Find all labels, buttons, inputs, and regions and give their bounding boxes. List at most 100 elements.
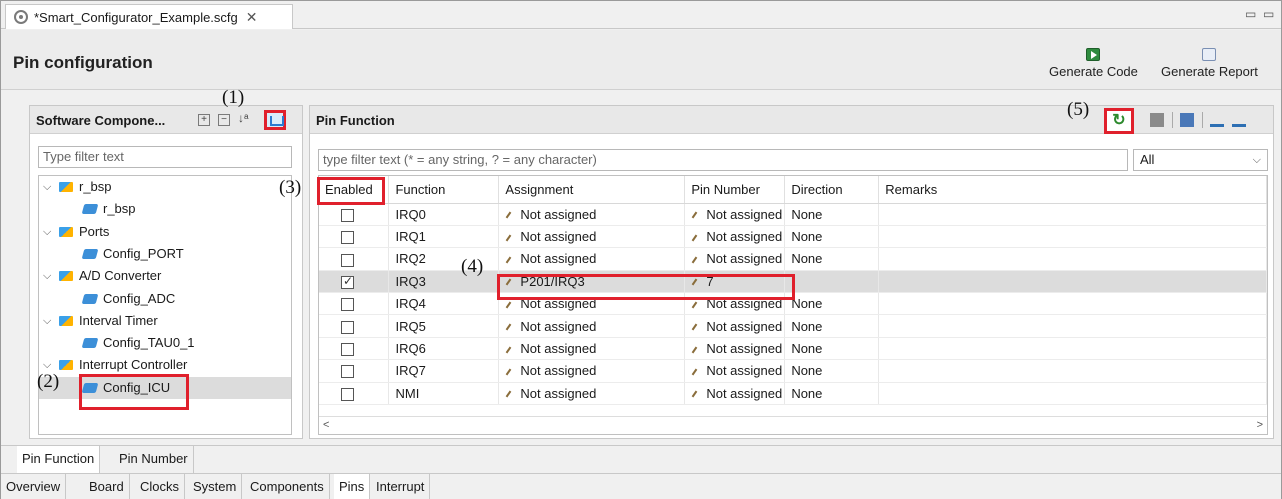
- chevron-down-icon[interactable]: ⌵: [43, 221, 51, 243]
- chevron-down-icon: ⌵: [1252, 154, 1261, 166]
- tree-item[interactable]: ⌵ Interval Timer: [39, 310, 291, 332]
- column-header-pin-number[interactable]: Pin Number: [684, 176, 786, 204]
- table-row[interactable]: IRQ5 Not assigned Not assigned None: [319, 314, 1267, 338]
- component-filter-input[interactable]: Type filter text: [38, 146, 292, 168]
- chevron-down-icon[interactable]: ⌵: [43, 265, 51, 287]
- tab-clocks[interactable]: Clocks: [135, 474, 186, 499]
- generate-code-label: Generate Code: [1049, 64, 1138, 79]
- column-header-direction[interactable]: Direction: [784, 176, 880, 204]
- assignment-cell[interactable]: Not assigned: [498, 314, 686, 338]
- pin-number-cell[interactable]: Not assigned: [684, 382, 786, 406]
- table-row[interactable]: IRQ6 Not assigned Not assigned None: [319, 337, 1267, 361]
- enabled-checkbox[interactable]: [341, 231, 354, 245]
- enabled-checkbox[interactable]: [341, 208, 354, 222]
- scroll-left-icon[interactable]: <: [323, 419, 329, 431]
- assignment-cell[interactable]: Not assigned: [498, 382, 686, 406]
- remarks-cell: [878, 337, 1267, 361]
- minimize-icon[interactable]: ▭: [1245, 7, 1256, 21]
- assignment-cell[interactable]: Not assigned: [498, 359, 686, 383]
- tree-item[interactable]: ⌵ r_bsp: [39, 176, 291, 198]
- enabled-checkbox[interactable]: [341, 298, 354, 312]
- tree-item[interactable]: Config_PORT: [39, 243, 291, 265]
- tree-item[interactable]: ⌵ A/D Converter: [39, 265, 291, 287]
- pin-number-cell[interactable]: Not assigned: [684, 337, 786, 361]
- edit-pencil-icon: [506, 256, 512, 264]
- pin-number-cell[interactable]: Not assigned: [684, 314, 786, 338]
- assignment-cell[interactable]: Not assigned: [498, 225, 686, 249]
- scroll-right-icon[interactable]: >: [1257, 419, 1263, 431]
- table-row[interactable]: IRQ0 Not assigned Not assigned None: [319, 203, 1267, 226]
- edit-pencil-icon: [692, 323, 698, 331]
- edit-pencil-icon: [692, 346, 698, 354]
- tree-item-label: Config_PORT: [103, 245, 184, 261]
- column-header-function[interactable]: Function: [388, 176, 500, 204]
- horizontal-scrollbar[interactable]: < >: [319, 416, 1267, 434]
- editor-tab[interactable]: *Smart_Configurator_Example.scfg ✕: [5, 4, 293, 29]
- enabled-cell: [319, 270, 390, 294]
- generate-report-label: Generate Report: [1161, 64, 1258, 79]
- assignment-cell[interactable]: Not assigned: [498, 203, 686, 226]
- collapse-all-icon[interactable]: −: [218, 114, 230, 126]
- enabled-checkbox[interactable]: [341, 320, 354, 334]
- generate-code-button[interactable]: Generate Code: [1049, 48, 1138, 79]
- assignment-cell[interactable]: Not assigned: [498, 247, 686, 271]
- enabled-checkbox[interactable]: [341, 253, 354, 267]
- save-icon[interactable]: [1180, 113, 1194, 127]
- enabled-cell: [319, 225, 390, 249]
- pin-number-cell[interactable]: Not assigned: [684, 359, 786, 383]
- pin-number-cell[interactable]: Not assigned: [684, 247, 786, 271]
- tab-pin-number[interactable]: Pin Number: [114, 446, 194, 473]
- config-file-icon: [14, 10, 28, 24]
- enabled-checkbox[interactable]: [341, 343, 354, 357]
- enabled-checkbox[interactable]: [341, 387, 354, 401]
- table-row[interactable]: IRQ7 Not assigned Not assigned None: [319, 359, 1267, 383]
- tree-item[interactable]: Config_ADC: [39, 288, 291, 310]
- hierarchy-view-icon[interactable]: [264, 110, 286, 130]
- pin-filter-input[interactable]: type filter text (* = any string, ? = an…: [318, 149, 1128, 171]
- pin-number-cell[interactable]: Not assigned: [684, 225, 786, 249]
- column-header-assignment[interactable]: Assignment: [498, 176, 686, 204]
- table-row[interactable]: IRQ1 Not assigned Not assigned None: [319, 225, 1267, 249]
- remarks-cell: [878, 314, 1267, 338]
- tab-interrupt[interactable]: Interrupt: [371, 474, 431, 499]
- column-header-remarks[interactable]: Remarks: [878, 176, 1267, 204]
- sort-az-icon[interactable]: ↓ᵃ: [238, 111, 248, 125]
- software-components-title: Software Compone...: [36, 113, 166, 128]
- tree-item[interactable]: ⌵ Ports: [39, 221, 291, 243]
- tab-pins[interactable]: Pins: [334, 474, 371, 499]
- tree-item[interactable]: r_bsp: [39, 198, 291, 220]
- maximize-icon[interactable]: ▭: [1263, 7, 1274, 21]
- component-folder-icon: [59, 360, 73, 371]
- edit-pencil-icon: [692, 301, 698, 309]
- table-row[interactable]: NMI Not assigned Not assigned None: [319, 382, 1267, 406]
- tab-overview[interactable]: Overview: [1, 474, 67, 499]
- refresh-icon[interactable]: ↻: [1104, 108, 1134, 134]
- close-tab-icon[interactable]: ✕: [246, 9, 258, 26]
- import-icon[interactable]: [1210, 113, 1224, 127]
- editor-window: *Smart_Configurator_Example.scfg ✕ ▭ ▭ P…: [0, 0, 1282, 499]
- pin-number-cell[interactable]: Not assigned: [684, 203, 786, 226]
- export-icon[interactable]: [1232, 113, 1246, 127]
- tab-pin-function[interactable]: Pin Function: [17, 446, 101, 473]
- enabled-checkbox[interactable]: [341, 365, 354, 379]
- generate-report-button[interactable]: Generate Report: [1161, 48, 1258, 79]
- enabled-checkbox[interactable]: [341, 274, 354, 289]
- chevron-down-icon[interactable]: ⌵: [43, 176, 51, 198]
- tab-components[interactable]: Components: [245, 474, 330, 499]
- chevron-down-icon[interactable]: ⌵: [43, 310, 51, 332]
- tab-system[interactable]: System: [188, 474, 243, 499]
- expand-all-icon[interactable]: +: [198, 114, 210, 126]
- assignment-cell-value: Not assigned: [520, 363, 597, 379]
- tree-item[interactable]: Config_TAU0_1: [39, 332, 291, 354]
- function-cell: IRQ5: [388, 314, 500, 338]
- callout-3-label: (3): [279, 177, 302, 198]
- pin-toggle-icon[interactable]: [1150, 113, 1164, 127]
- tab-board[interactable]: Board: [84, 474, 130, 499]
- tree-item-label: A/D Converter: [79, 268, 162, 284]
- callout-2-highlight: [79, 374, 189, 410]
- assignment-cell[interactable]: Not assigned: [498, 337, 686, 361]
- editor-tab-bar: *Smart_Configurator_Example.scfg ✕ ▭ ▭: [1, 1, 1281, 29]
- function-filter-select[interactable]: All ⌵: [1133, 149, 1268, 171]
- tree-item-label: r_bsp: [103, 201, 136, 217]
- edit-pencil-icon: [506, 234, 512, 242]
